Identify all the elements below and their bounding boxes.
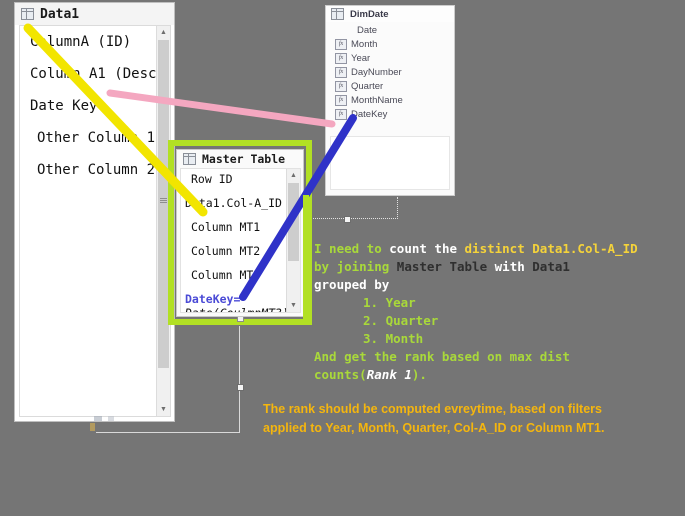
field-row-id[interactable]: Row ID [185, 172, 300, 186]
dimdate-field-label: DayNumber [351, 66, 402, 78]
note-text-span: 1. Year [363, 295, 416, 310]
connector-dotted-vertical [397, 197, 398, 219]
note-green-line-7: And get the rank based on max dist [303, 348, 678, 366]
scroll-down-arrow-icon[interactable]: ▼ [157, 403, 170, 416]
note-text-span: 2. Quarter [363, 313, 439, 328]
note-text-span: ). [411, 367, 427, 382]
dimdate-field-label: DateKey [351, 108, 388, 120]
footer-mini-icon-2 [108, 416, 114, 421]
field-column-mt2[interactable]: Column MT2 [185, 244, 300, 258]
panel-dimdate-field-list: Date fx Month fx Year fx DayNumber fx Qu… [326, 22, 454, 121]
footer-mini-icon-1 [94, 416, 102, 421]
note-green-line-8: counts(Rank 1). [303, 366, 678, 384]
panel-dimdate-empty-area [330, 136, 450, 190]
note-text-highlight-entity: Data1.Col-A_ID [532, 241, 638, 256]
note-orange-line-2: applied to Year, Month, Quarter, Col-A_I… [263, 421, 605, 435]
fx-icon: fx [335, 94, 347, 106]
scrollbar-grip-icon [160, 198, 167, 203]
panel-data1-titlebar: Data1 [15, 3, 174, 25]
panel-data1-field-list: ColumnA (ID) Column A1 (Desc Name) Date … [20, 26, 170, 178]
note-text-emphasis: Rank 1 [366, 367, 412, 382]
note-text-span: counts( [314, 367, 367, 382]
note-text-span: with [494, 259, 533, 274]
note-green-groupby-item-1: 1. Year [303, 294, 678, 312]
table-grid-icon [183, 153, 196, 165]
panel-dimdate-title: DimDate [350, 8, 389, 20]
field-other-column-2[interactable]: Other Column 2 [30, 162, 170, 178]
note-green-groupby-item-2: 2. Quarter [303, 312, 678, 330]
dimdate-field-monthname[interactable]: fx MonthName [335, 93, 454, 107]
dimdate-field-date[interactable]: Date [335, 23, 454, 37]
note-text-entity: Data1 [532, 259, 570, 274]
dimdate-field-quarter[interactable]: fx Quarter [335, 79, 454, 93]
panel-dimdate-titlebar: DimDate [326, 6, 454, 22]
note-orange: The rank should be computed evreytime, b… [263, 400, 683, 438]
note-green-line-1: I need to count the distinct Data1.Col-A… [303, 240, 678, 258]
fx-icon: fx [335, 52, 347, 64]
dimdate-field-label: Quarter [351, 80, 384, 92]
field-data1-col-a-id[interactable]: Data1.Col-A_ID [185, 196, 300, 210]
note-text-span: And get the rank based on max dist [314, 349, 570, 364]
connector-segment-vertical [239, 326, 240, 433]
fx-icon: fx [335, 108, 347, 120]
field-columna1-desc[interactable]: Column A1 (Desc Name) [30, 66, 170, 82]
scroll-up-arrow-icon[interactable]: ▲ [287, 169, 300, 182]
field-columna-id[interactable]: ColumnA (ID) [30, 34, 170, 50]
note-green: I need to count the distinct Data1.Col-A… [303, 195, 678, 384]
field-other-column-1[interactable]: Other Column 1 [30, 130, 170, 146]
dimdate-field-datekey[interactable]: fx DateKey [335, 107, 454, 121]
scroll-up-arrow-icon[interactable]: ▲ [157, 26, 170, 39]
panel-master-titlebar: Master Table [177, 150, 303, 168]
scroll-down-arrow-icon[interactable]: ▼ [287, 299, 300, 312]
note-text-span: 3. Month [363, 331, 424, 346]
note-text-span: distinct [464, 241, 533, 256]
note-orange-line-1: The rank should be computed evreytime, b… [263, 402, 602, 416]
panel-master-body: Row ID Data1.Col-A_ID Column MT1 Column … [180, 168, 301, 313]
field-date-key[interactable]: Date Key [30, 98, 170, 114]
panel-data1-title: Data1 [40, 6, 80, 22]
note-green-line-2: by joining Master Table with Data1 [303, 258, 678, 276]
footer-mini-icon-3 [90, 423, 95, 431]
fx-icon: fx [335, 80, 347, 92]
connector-node-midpoint[interactable] [237, 384, 244, 391]
field-column-mt3[interactable]: Column MT3 [185, 268, 300, 282]
calculated-field-formula[interactable]: Date(CoulmnMT3) [185, 306, 300, 312]
calculated-field-name[interactable]: DateKey= [185, 292, 300, 306]
panel-master-scrollbar[interactable]: ▲ ▼ [286, 169, 300, 312]
table-grid-icon [21, 8, 34, 20]
panel-master-title: Master Table [202, 152, 286, 166]
fx-icon: fx [335, 38, 347, 50]
dimdate-field-daynumber[interactable]: fx DayNumber [335, 65, 454, 79]
dimdate-field-label: Month [351, 38, 378, 50]
panel-data1[interactable]: Data1 ColumnA (ID) Column A1 (Desc Name)… [14, 2, 175, 422]
note-text-span: grouped by [314, 277, 390, 292]
note-text-span: by joining [314, 259, 397, 274]
connector-dotted-horizontal [305, 218, 398, 219]
panel-master-field-list: Row ID Data1.Col-A_ID Column MT1 Column … [181, 169, 300, 312]
note-text-span: I need to [314, 241, 390, 256]
diagram-canvas: Data1 ColumnA (ID) Column A1 (Desc Name)… [0, 0, 685, 516]
panel-data1-body: ColumnA (ID) Column A1 (Desc Name) Date … [19, 25, 171, 417]
table-grid-icon [331, 8, 344, 20]
scrollbar-thumb[interactable] [288, 183, 299, 261]
note-text-entity: Master Table [396, 259, 495, 274]
panel-dimdate[interactable]: DimDate Date fx Month fx Year fx DayNumb… [325, 5, 455, 196]
note-green-groupby-item-3: 3. Month [303, 330, 678, 348]
note-text-span: count the [389, 241, 465, 256]
dimdate-field-year[interactable]: fx Year [335, 51, 454, 65]
fx-icon: fx [335, 66, 347, 78]
note-green-accent-bar [303, 195, 309, 325]
dimdate-field-month[interactable]: fx Month [335, 37, 454, 51]
dimdate-field-label: Year [351, 52, 371, 64]
note-green-line-3: grouped by [303, 276, 678, 294]
dimdate-field-label: MonthName [351, 94, 403, 106]
panel-master-table[interactable]: Master Table Row ID Data1.Col-A_ID Colum… [176, 149, 304, 317]
field-column-mt1[interactable]: Column MT1 [185, 220, 300, 234]
connector-node-midpoint[interactable] [344, 216, 351, 223]
dimdate-field-label: Date [357, 24, 378, 36]
connector-segment-horizontal [96, 432, 240, 433]
